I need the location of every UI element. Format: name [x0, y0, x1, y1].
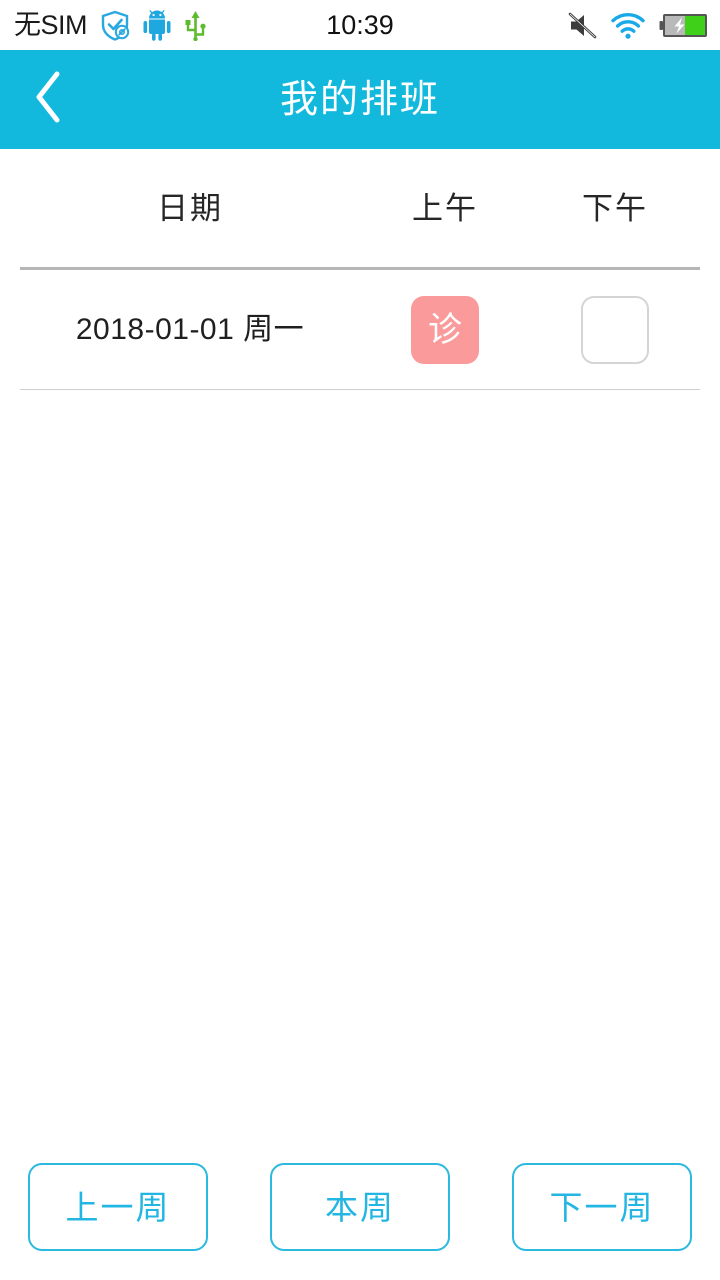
row-pm-cell — [530, 295, 700, 364]
week-navigation-bar: 上一周 本周 下一周 — [0, 1134, 720, 1280]
battery-charging-icon — [659, 12, 708, 39]
table-row[interactable]: 2018-01-01 周一 诊 — [0, 270, 720, 389]
status-bar-right-group — [568, 0, 708, 50]
shift-badge-am[interactable]: 诊 — [411, 295, 479, 364]
app-header: 我的排班 — [0, 50, 720, 149]
page-title: 我的排班 — [279, 78, 440, 121]
shift-badge-pm[interactable] — [581, 295, 649, 364]
column-header-pm-cell: 下午 — [530, 193, 700, 224]
next-week-button[interactable]: 下一周 — [512, 1163, 692, 1251]
row-am-cell: 诊 — [360, 295, 530, 364]
schedule-table: 日期 上午 下午 2018-01-01 周一 诊 — [0, 149, 720, 1134]
row-date-label: 2018-01-01 周一 — [75, 312, 305, 346]
current-week-button[interactable]: 本周 — [270, 1163, 450, 1251]
row-date-cell: 2018-01-01 周一 — [20, 312, 360, 346]
mute-volume-icon — [568, 12, 597, 39]
status-bar: 无SIM 10:39 — [0, 0, 720, 50]
back-button[interactable] — [10, 50, 86, 149]
column-header-am: 上午 — [412, 190, 478, 226]
schedule-screen: 无SIM 10:39 我的排班 日期 上午 下午 2018-01-01 周一 诊… — [0, 0, 720, 1280]
wifi-icon — [611, 12, 645, 39]
clock-label: 10:39 — [326, 9, 394, 40]
column-header-pm: 下午 — [582, 190, 648, 226]
column-header-date-cell: 日期 — [20, 193, 360, 224]
column-header-am-cell: 上午 — [360, 193, 530, 224]
prev-week-button[interactable]: 上一周 — [28, 1163, 208, 1251]
column-header-date: 日期 — [157, 190, 223, 226]
table-header-row: 日期 上午 下午 — [0, 149, 720, 267]
chevron-left-icon — [33, 70, 63, 129]
